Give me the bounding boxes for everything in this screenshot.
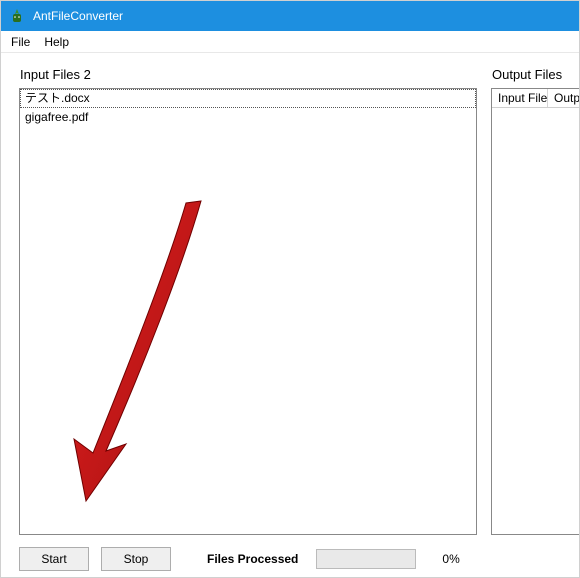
window-title: AntFileConverter <box>33 9 123 23</box>
output-files-label: Output Files <box>491 67 579 82</box>
menu-help[interactable]: Help <box>44 35 69 49</box>
input-files-label: Input Files 2 <box>19 67 477 82</box>
menu-file[interactable]: File <box>11 35 30 49</box>
progress-percent: 0% <box>442 552 459 566</box>
menubar: File Help <box>1 31 579 53</box>
list-item[interactable]: テスト.docx <box>20 89 476 108</box>
stop-button[interactable]: Stop <box>101 547 171 571</box>
output-panel: Output Files Input File Output File <box>491 67 579 535</box>
start-button[interactable]: Start <box>19 547 89 571</box>
input-files-listbox[interactable]: テスト.docx gigafree.pdf <box>19 88 477 535</box>
list-item[interactable]: gigafree.pdf <box>20 108 476 127</box>
col-output-file[interactable]: Output File <box>548 89 579 107</box>
app-icon <box>9 8 25 24</box>
output-files-table[interactable]: Input File Output File <box>491 88 579 535</box>
main-area: Input Files 2 テスト.docx gigafree.pdf Outp… <box>1 53 579 535</box>
table-header: Input File Output File <box>492 89 579 108</box>
titlebar: AntFileConverter <box>1 1 579 31</box>
files-processed-label: Files Processed <box>207 552 298 566</box>
input-panel: Input Files 2 テスト.docx gigafree.pdf <box>19 67 477 535</box>
progress-bar <box>316 549 416 569</box>
bottom-bar: Start Stop Files Processed 0% <box>1 535 579 577</box>
col-input-file[interactable]: Input File <box>492 89 548 107</box>
